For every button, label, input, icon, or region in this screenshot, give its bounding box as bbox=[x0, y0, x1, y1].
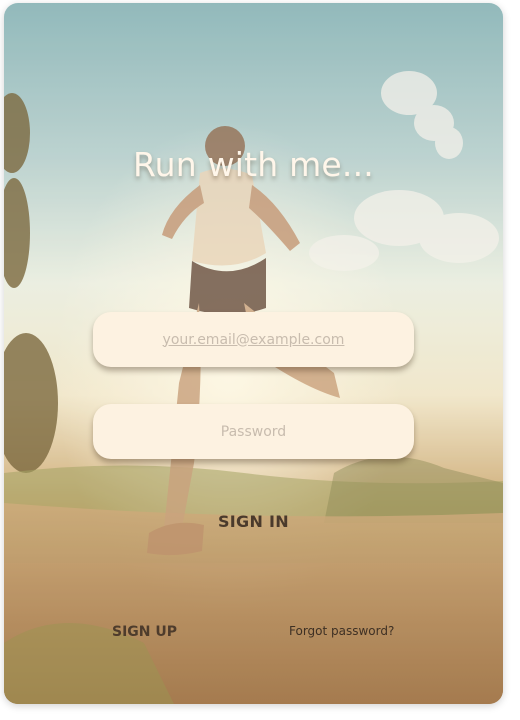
password-input[interactable] bbox=[107, 422, 400, 441]
email-input[interactable] bbox=[107, 330, 400, 349]
page-title: Run with me... bbox=[133, 145, 374, 184]
sign-in-button[interactable]: SIGN IN bbox=[4, 512, 503, 531]
sign-up-link[interactable]: SIGN UP bbox=[112, 624, 177, 640]
email-field-container bbox=[93, 312, 414, 367]
password-field-container bbox=[93, 404, 414, 459]
login-card: Run with me... SIGN IN SIGN UP Forgot pa… bbox=[4, 3, 503, 704]
forgot-password-link[interactable]: Forgot password? bbox=[289, 624, 394, 638]
